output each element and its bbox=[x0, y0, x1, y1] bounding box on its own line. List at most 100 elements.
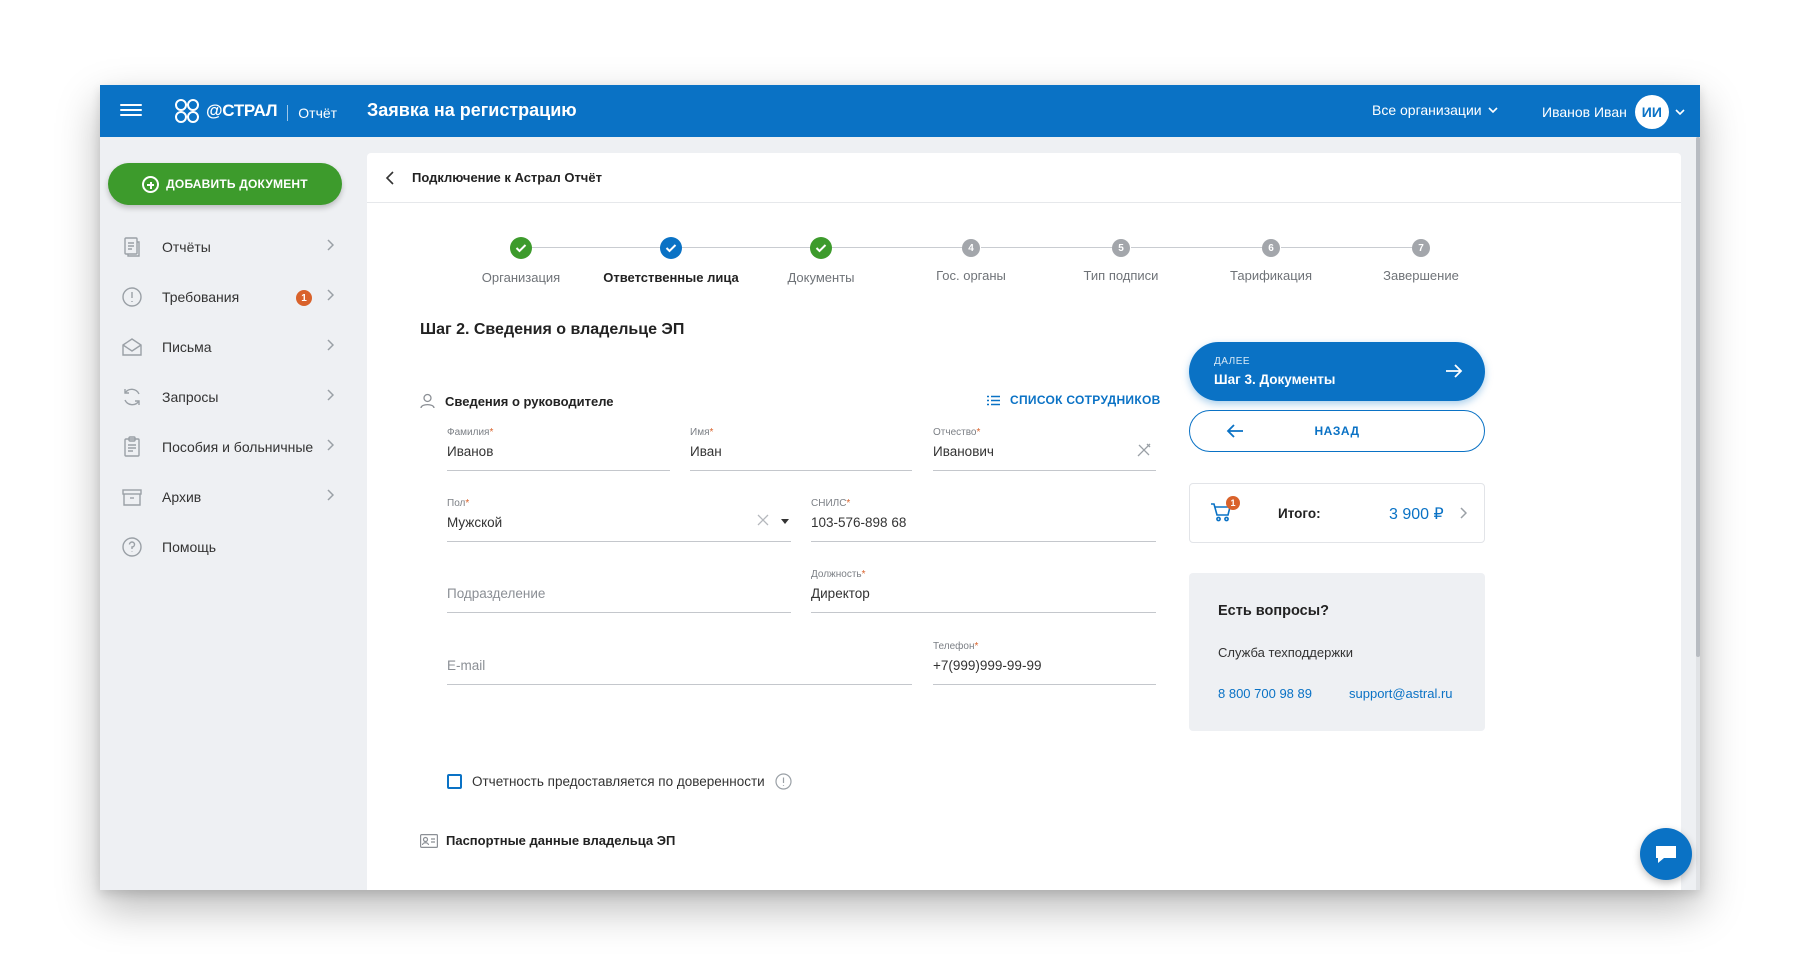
field-placeholder: Подразделение bbox=[447, 586, 546, 601]
archive-icon bbox=[122, 489, 142, 506]
sidebar-item-requirements[interactable]: Требования 1 bbox=[100, 272, 367, 322]
chevron-left-icon[interactable] bbox=[383, 169, 399, 187]
dropdown-arrow-icon[interactable] bbox=[781, 519, 789, 524]
sidebar-item-label: Письма bbox=[162, 339, 212, 355]
organization-select[interactable]: Все организации bbox=[1372, 102, 1498, 118]
support-email-link[interactable]: support@astral.ru bbox=[1349, 686, 1453, 701]
position-field[interactable]: Должность* Директор bbox=[811, 569, 1156, 613]
sidebar-item-archive[interactable]: Архив bbox=[100, 472, 367, 522]
field-label: СНИЛС* bbox=[811, 498, 851, 509]
scrollbar-thumb[interactable] bbox=[1696, 137, 1700, 657]
sidebar-item-label: Требования bbox=[162, 289, 240, 305]
notification-badge: 1 bbox=[296, 290, 312, 306]
step-label: Тип подписи bbox=[1083, 268, 1159, 283]
id-card-icon bbox=[420, 833, 438, 848]
chevron-right-icon bbox=[327, 289, 334, 301]
step-responsible-persons[interactable]: Ответственные лица bbox=[591, 235, 751, 285]
add-document-label: ДОБАВИТЬ ДОКУМЕНТ bbox=[166, 177, 308, 191]
step-gov-bodies[interactable]: 4 Гос. органы bbox=[891, 235, 1051, 283]
field-label: Отчество* bbox=[933, 427, 981, 438]
department-field[interactable]: Подразделение bbox=[447, 569, 791, 613]
chat-icon bbox=[1656, 846, 1676, 863]
step-completion[interactable]: 7 Завершение bbox=[1341, 235, 1501, 283]
field-value: Иванов bbox=[447, 444, 494, 459]
employee-list-link[interactable]: СПИСОК СОТРУДНИКОВ bbox=[987, 393, 1161, 407]
step-label: Организация bbox=[481, 270, 561, 285]
sidebar-item-help[interactable]: Помощь bbox=[100, 522, 367, 572]
envelope-icon bbox=[122, 338, 142, 356]
sidebar-item-letters[interactable]: Письма bbox=[100, 322, 367, 372]
field-label: Фамилия* bbox=[447, 427, 494, 438]
step-title: Шаг 2. Сведения о владельце ЭП bbox=[420, 321, 685, 338]
total-value: 3 900 ₽ bbox=[1389, 506, 1444, 523]
section-head-manager: Сведения о руководителе bbox=[420, 393, 614, 409]
top-bar: @СТРАЛ Отчёт Заявка на регистрацию Все о… bbox=[100, 85, 1700, 137]
step-documents[interactable]: Документы bbox=[741, 235, 901, 285]
field-placeholder: E-mail bbox=[447, 658, 486, 673]
sidebar-item-benefits[interactable]: Пособия и больничные bbox=[100, 422, 367, 472]
user-name: Иванов Иван bbox=[1542, 104, 1627, 120]
breadcrumb: Подключение к Астрал Отчёт bbox=[367, 153, 1681, 203]
field-value: Иванович bbox=[933, 444, 994, 459]
check-icon bbox=[660, 237, 682, 259]
scrollbar[interactable] bbox=[1696, 137, 1700, 890]
first-name-field[interactable]: Имя* Иван bbox=[690, 427, 912, 471]
field-value: 103-576-898 68 bbox=[811, 515, 907, 530]
list-icon bbox=[987, 395, 1000, 405]
page-title: Заявка на регистрацию bbox=[367, 100, 577, 120]
support-subtitle: Служба техподдержки bbox=[1218, 645, 1353, 660]
info-icon[interactable] bbox=[775, 773, 792, 790]
step-signature-type[interactable]: 5 Тип подписи bbox=[1041, 235, 1201, 283]
chat-button[interactable] bbox=[1640, 828, 1692, 880]
alert-circle-icon bbox=[122, 287, 142, 307]
field-value: Иван bbox=[690, 444, 722, 459]
snils-field[interactable]: СНИЛС* 103-576-898 68 bbox=[811, 498, 1156, 542]
chevron-right-icon bbox=[1460, 507, 1467, 519]
field-label: Пол* bbox=[447, 498, 470, 509]
section-head-passport: Паспортные данные владельца ЭП bbox=[420, 833, 675, 848]
sidebar-nav: Отчёты Требования 1 Письма Запросы Пособ… bbox=[100, 222, 367, 572]
close-icon[interactable] bbox=[757, 514, 769, 526]
plus-circle-icon bbox=[142, 175, 160, 193]
section-head-label: Паспортные данные владельца ЭП bbox=[446, 833, 676, 848]
step-organization[interactable]: Организация bbox=[441, 235, 601, 285]
next-step-button[interactable]: ДАЛЕЕ Шаг 3. Документы bbox=[1189, 342, 1485, 401]
logo-divider bbox=[287, 105, 289, 121]
logo-product: Отчёт bbox=[298, 105, 338, 121]
gender-select[interactable]: Пол* Мужской bbox=[447, 498, 791, 542]
chevron-right-icon bbox=[327, 489, 334, 501]
check-icon bbox=[510, 237, 532, 259]
proxy-checkbox-row: Отчетность предоставляется по довереннос… bbox=[447, 773, 792, 790]
menu-icon[interactable] bbox=[120, 101, 142, 121]
user-menu[interactable]: Иванов Иван ИИ bbox=[1542, 95, 1685, 129]
patronymic-field[interactable]: Отчество* Иванович bbox=[933, 427, 1156, 471]
next-step-small-label: ДАЛЕЕ bbox=[1214, 356, 1251, 367]
last-name-field[interactable]: Фамилия* Иванов bbox=[447, 427, 670, 471]
email-field[interactable]: E-mail bbox=[447, 641, 912, 685]
field-value: +7(999)999-99-99 bbox=[933, 658, 1042, 673]
logo-brand: @СТРАЛ bbox=[206, 101, 278, 120]
step-label: Ответственные лица bbox=[603, 270, 739, 285]
sidebar: ДОБАВИТЬ ДОКУМЕНТ Отчёты Требования 1 Пи… bbox=[100, 137, 367, 890]
sidebar-item-label: Пособия и больничные bbox=[162, 439, 314, 455]
logo[interactable]: @СТРАЛ Отчёт bbox=[172, 96, 337, 126]
sidebar-item-label: Архив bbox=[162, 489, 202, 505]
main-content: Подключение к Астрал Отчёт Организация О… bbox=[367, 153, 1681, 890]
field-label: Телефон* bbox=[933, 641, 979, 652]
sidebar-item-requests[interactable]: Запросы bbox=[100, 372, 367, 422]
phone-field[interactable]: Телефон* +7(999)999-99-99 bbox=[933, 641, 1156, 685]
back-button[interactable]: НАЗАД bbox=[1189, 410, 1485, 452]
no-patronymic-icon[interactable] bbox=[1136, 442, 1152, 458]
total-summary[interactable]: 1 Итого: 3 900 ₽ bbox=[1189, 483, 1485, 543]
proxy-checkbox[interactable] bbox=[447, 774, 462, 789]
step-number: 7 bbox=[1412, 239, 1430, 257]
field-value: Мужской bbox=[447, 515, 503, 530]
add-document-button[interactable]: ДОБАВИТЬ ДОКУМЕНТ bbox=[108, 163, 342, 205]
support-phone-link[interactable]: 8 800 700 98 89 bbox=[1218, 686, 1312, 701]
step-tariff[interactable]: 6 Тарификация bbox=[1191, 235, 1351, 283]
sidebar-item-reports[interactable]: Отчёты bbox=[100, 222, 367, 272]
step-label: Завершение bbox=[1383, 268, 1459, 283]
clipboard-icon bbox=[124, 436, 140, 457]
employee-list-label: СПИСОК СОТРУДНИКОВ bbox=[1010, 393, 1161, 407]
proxy-checkbox-label: Отчетность предоставляется по довереннос… bbox=[472, 774, 765, 789]
